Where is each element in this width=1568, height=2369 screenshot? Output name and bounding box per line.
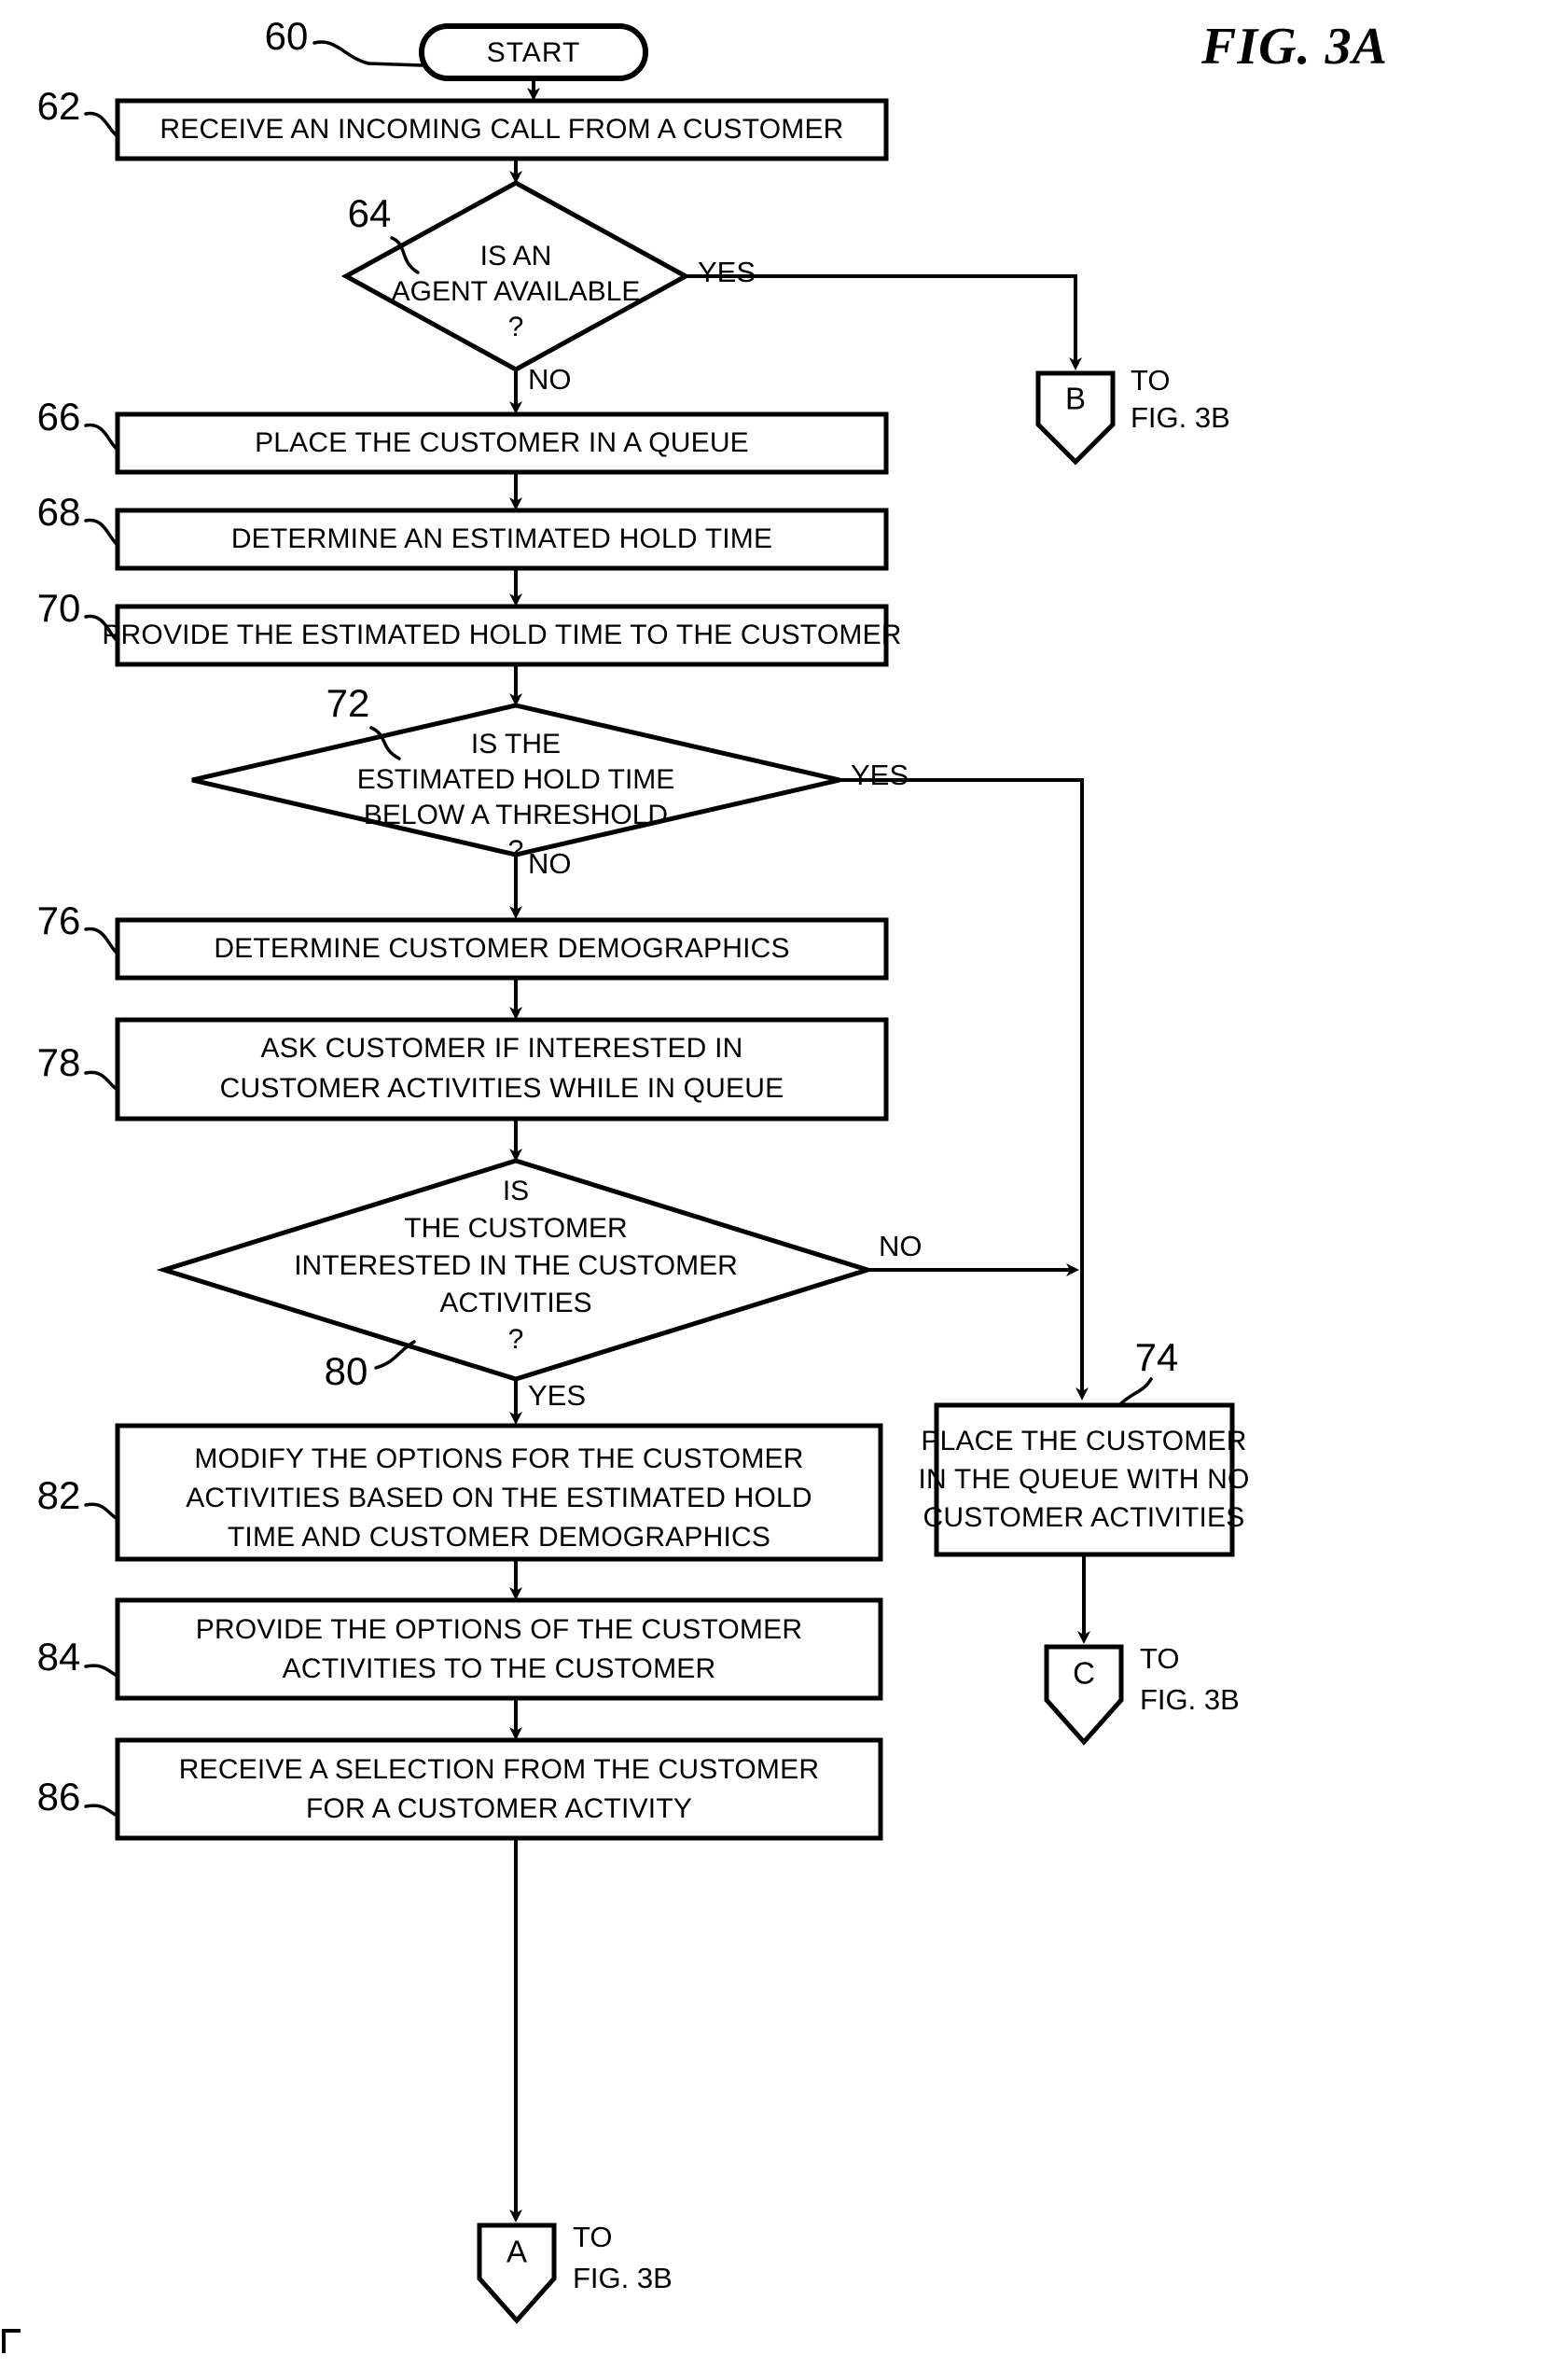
leader-line-60	[312, 40, 423, 67]
page-edge-mark	[2, 2329, 21, 2353]
branch-label-72-yes: YES	[851, 759, 909, 791]
patent-figure-3a: FIG. 3A START 60 RECEIVE AN INCOMING CAL…	[0, 0, 1568, 2369]
ref-number-78: 78	[37, 1040, 81, 1084]
process-box-84-line-1: PROVIDE THE OPTIONS OF THE CUSTOMER	[196, 1614, 802, 1645]
decision-72-line-3: BELOW A THRESHOLD	[364, 800, 668, 830]
ref-number-64: 64	[348, 191, 392, 235]
ref-number-86: 86	[37, 1775, 81, 1819]
decision-64-line-1: IS AN	[480, 241, 552, 272]
leader-line-62	[84, 111, 119, 138]
connector-b-goto-line-1: TO	[1131, 364, 1171, 397]
process-box-82-line-1: MODIFY THE OPTIONS FOR THE CUSTOMER	[194, 1443, 803, 1474]
leader-line-82	[84, 1502, 119, 1521]
decision-80-line-3: INTERESTED IN THE CUSTOMER	[294, 1250, 738, 1281]
decision-64-line-3: ?	[508, 312, 524, 342]
flow-64-yes-to-connector-b	[686, 274, 1082, 370]
process-box-68-line-1: DETERMINE AN ESTIMATED HOLD TIME	[231, 523, 772, 554]
decision-80-line-5: ?	[508, 1324, 524, 1355]
ref-number-84: 84	[37, 1635, 81, 1679]
process-box-82-line-3: TIME AND CUSTOMER DEMOGRAPHICS	[228, 1522, 770, 1553]
decision-72-line-2: ESTIMATED HOLD TIME	[357, 764, 675, 795]
branch-label-64-no: NO	[528, 363, 572, 396]
process-box-86-line-1: RECEIVE A SELECTION FROM THE CUSTOMER	[179, 1754, 819, 1785]
decision-80-line-2: THE CUSTOMER	[404, 1213, 627, 1244]
leader-line-78	[84, 1070, 119, 1092]
ref-number-76: 76	[37, 899, 81, 942]
process-box-62-line-1: RECEIVE AN INCOMING CALL FROM A CUSTOMER	[160, 114, 843, 145]
leader-line-86	[84, 1804, 119, 1818]
ref-number-70: 70	[37, 586, 81, 630]
ref-number-68: 68	[37, 490, 81, 534]
leader-line-84	[84, 1664, 119, 1678]
branch-label-80-yes: YES	[528, 1379, 586, 1412]
process-box-66-line-1: PLACE THE CUSTOMER IN A QUEUE	[255, 427, 749, 458]
flowchart-canvas: FIG. 3A START 60 RECEIVE AN INCOMING CAL…	[2, 14, 1388, 2353]
leader-line-66	[84, 423, 119, 452]
connector-b-letter: B	[1065, 382, 1086, 416]
process-box-74-line-2: IN THE QUEUE WITH NO	[918, 1464, 1249, 1495]
process-box-78-line-2: CUSTOMER ACTIVITIES WHILE IN QUEUE	[220, 1073, 784, 1104]
process-box-70-line-1: PROVIDE THE ESTIMATED HOLD TIME TO THE C…	[102, 620, 901, 650]
connector-a-goto-line-2: FIG. 3B	[573, 2262, 673, 2294]
ref-number-80: 80	[325, 1349, 368, 1393]
ref-number-74: 74	[1135, 1335, 1179, 1379]
ref-number-60: 60	[265, 14, 309, 58]
leader-line-76	[84, 927, 119, 955]
connector-a-letter: A	[506, 2235, 527, 2269]
process-box-78-line-1: ASK CUSTOMER IF INTERESTED IN	[261, 1033, 743, 1064]
ref-number-82: 82	[37, 1473, 81, 1517]
process-box-76-line-1: DETERMINE CUSTOMER DEMOGRAPHICS	[214, 933, 789, 964]
leader-line-68	[84, 518, 119, 547]
start-terminal-label: START	[487, 37, 581, 68]
process-box-74-line-1: PLACE THE CUSTOMER	[921, 1426, 1246, 1456]
process-box-74-line-3: CUSTOMER ACTIVITIES	[923, 1502, 1245, 1533]
decision-64-line-2: AGENT AVAILABLE	[392, 276, 641, 307]
decision-72-line-1: IS THE	[471, 729, 561, 759]
branch-label-64-yes: YES	[698, 256, 756, 288]
process-box-84-line-2: ACTIVITIES TO THE CUSTOMER	[283, 1653, 716, 1684]
ref-number-62: 62	[37, 84, 81, 128]
leader-line-74	[1117, 1377, 1153, 1407]
connector-a-goto-line-1: TO	[573, 2221, 613, 2253]
connector-b-goto-line-2: FIG. 3B	[1131, 401, 1230, 434]
ref-number-66: 66	[37, 395, 81, 439]
connector-c-letter: C	[1073, 1656, 1095, 1691]
leader-line-80	[374, 1340, 416, 1370]
decision-80-line-1: IS	[503, 1176, 529, 1206]
process-box-82-line-2: ACTIVITIES BASED ON THE ESTIMATED HOLD	[186, 1483, 812, 1513]
branch-label-80-no: NO	[879, 1230, 923, 1262]
branch-label-72-no: NO	[528, 847, 572, 880]
connector-c-goto-line-2: FIG. 3B	[1140, 1683, 1240, 1716]
decision-80-line-4: ACTIVITIES	[439, 1288, 591, 1318]
figure-title: FIG. 3A	[1200, 18, 1388, 76]
process-box-86-line-2: FOR A CUSTOMER ACTIVITY	[306, 1793, 692, 1824]
connector-c-goto-line-1: TO	[1140, 1642, 1180, 1675]
ref-number-72: 72	[326, 681, 370, 725]
